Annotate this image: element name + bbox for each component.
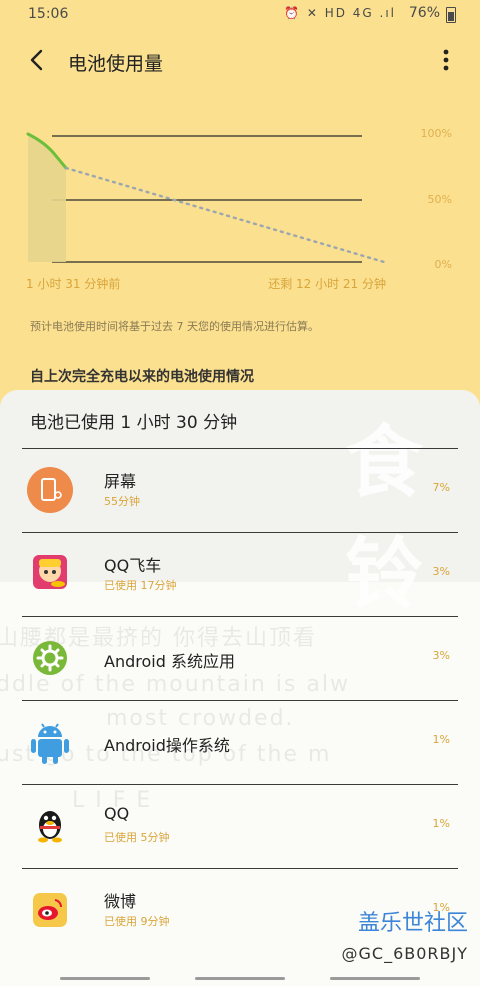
app-percent: 1%: [432, 817, 450, 830]
battery-icon: [446, 7, 456, 23]
row-divider: [22, 868, 458, 869]
y-label-100: 100%: [420, 127, 452, 140]
screen-icon: [27, 467, 73, 513]
app-name: Android 系统应用: [104, 652, 235, 671]
y-label-0: 0%: [434, 258, 452, 271]
more-vert-icon: [443, 49, 449, 71]
brand-watermark: 盖乐世社区: [357, 911, 468, 936]
app-name: 屏幕: [104, 472, 137, 491]
nav-home-button[interactable]: [195, 977, 285, 980]
total-used-label: 电池已使用 1 小时 30 分钟: [30, 413, 238, 433]
app-row-qq-speed[interactable]: QQ飞车 已使用 17分钟 3%: [0, 532, 480, 616]
battery-chart: 100% 50% 0% 1 小时 31 分钟前 还剩 12 小时 21 分钟: [0, 110, 480, 310]
row-divider: [22, 448, 458, 449]
app-name: QQ: [104, 804, 130, 823]
app-percent: 7%: [432, 481, 450, 494]
back-button[interactable]: [22, 44, 54, 76]
estimate-note: 预计电池使用时间将基于过去 7 天您的使用情况进行估算。: [30, 320, 319, 333]
section-header: 自上次完全充电以来的电池使用情况: [30, 369, 254, 385]
navigation-bar: [0, 972, 480, 986]
usage-area: [28, 134, 66, 262]
app-percent: 3%: [432, 649, 450, 662]
app-row-screen[interactable]: 屏幕 55分钟 7%: [0, 448, 480, 532]
app-percent: 3%: [432, 565, 450, 578]
app-row-android-os[interactable]: Android操作系统 1%: [0, 700, 480, 784]
user-handle-watermark: @GC_6B0RBJY: [341, 944, 468, 963]
page-title: 电池使用量: [68, 53, 164, 75]
nav-back-button[interactable]: [330, 977, 420, 980]
battery-percent: 76%: [408, 5, 440, 21]
status-time: 15:06: [28, 6, 69, 22]
app-detail: 已使用 17分钟: [104, 579, 177, 592]
qq-penguin-icon: [27, 803, 73, 849]
row-divider: [22, 784, 458, 785]
status-icons: ⏰ ✕ HD 4G .ıl: [284, 6, 396, 20]
app-row-android-system-apps[interactable]: Android 系统应用 3%: [0, 616, 480, 700]
app-row-qq[interactable]: QQ 已使用 5分钟 1%: [0, 784, 480, 868]
x-label-end: 还剩 12 小时 21 分钟: [268, 277, 386, 291]
status-bar: 15:06 ⏰ ✕ HD 4G .ıl 76%: [0, 0, 480, 28]
weibo-icon: [27, 887, 73, 933]
app-name: Android操作系统: [104, 736, 230, 755]
app-name: 微博: [104, 892, 137, 911]
android-robot-icon: [27, 719, 73, 765]
row-divider: [22, 700, 458, 701]
app-percent: 1%: [432, 733, 450, 746]
row-divider: [22, 616, 458, 617]
app-detail: 已使用 5分钟: [104, 831, 170, 844]
android-settings-icon: [27, 635, 73, 681]
row-divider: [22, 532, 458, 533]
app-name: QQ飞车: [104, 556, 162, 575]
y-label-50: 50%: [427, 193, 452, 206]
qq-speed-icon: [27, 551, 73, 597]
nav-recent-button[interactable]: [60, 977, 150, 980]
app-bar: 电池使用量: [0, 30, 480, 90]
x-label-start: 1 小时 31 分钟前: [26, 277, 121, 291]
app-detail: 55分钟: [104, 495, 140, 508]
app-detail: 已使用 9分钟: [104, 915, 170, 928]
more-options-button[interactable]: [432, 44, 460, 76]
back-arrow-icon: [30, 49, 43, 71]
usage-sheet: 食铃 电池已使用 1 小时 30 分钟 山腰都是最挤的 你得去山顶看 ddle …: [0, 390, 480, 986]
projection-line: [64, 166, 386, 264]
